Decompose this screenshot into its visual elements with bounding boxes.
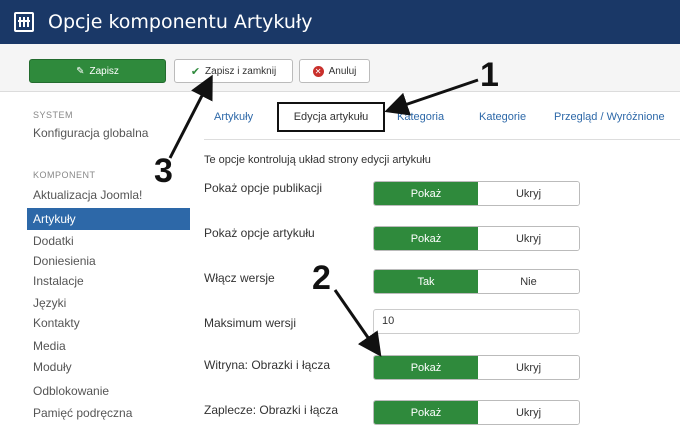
option-label-versions: Włącz wersje xyxy=(204,271,275,285)
toggle-on[interactable]: Pokaż xyxy=(374,182,478,205)
annotation-3: 3 xyxy=(154,152,173,190)
toggle-backend-images[interactable]: Pokaż Ukryj xyxy=(373,400,580,425)
save-close-label: Zapisz i zamknij xyxy=(205,65,277,77)
option-label-publishing: Pokaż opcje publikacji xyxy=(204,181,323,195)
toggle-publishing[interactable]: Pokaż Ukryj xyxy=(373,181,580,206)
cancel-button[interactable]: ✕ Anuluj xyxy=(299,59,370,83)
tab-editing-layout[interactable]: Edycja artykułu xyxy=(277,102,385,132)
toggle-frontend-images[interactable]: Pokaż Ukryj xyxy=(373,355,580,380)
annotation-2: 2 xyxy=(312,259,331,297)
tab-category[interactable]: Kategoria xyxy=(397,111,444,123)
tab-description: Te opcje kontrolują układ strony edycji … xyxy=(204,154,431,166)
sidebar-item-media[interactable]: Media xyxy=(33,339,66,353)
toggle-on[interactable]: Pokaż xyxy=(374,401,478,424)
tab-articles[interactable]: Artykuły xyxy=(214,111,253,123)
sidebar-item-extras[interactable]: Dodatki xyxy=(33,234,74,248)
option-label-backend-images: Zaplecze: Obrazki i łącza xyxy=(204,403,339,417)
annotation-1: 1 xyxy=(480,56,499,94)
save-label: Zapisz xyxy=(89,65,119,77)
option-label-max-versions: Maksimum wersji xyxy=(204,316,297,330)
tab-bar: Artykuły Edycja artykułu Kategoria Kateg… xyxy=(204,92,680,140)
tab-categories[interactable]: Kategorie xyxy=(479,111,526,123)
page-title: Opcje komponentu Artykuły xyxy=(48,11,313,33)
save-icon: ✎ xyxy=(76,65,85,77)
toolbar: ✎ Zapisz ✔ Zapisz i zamknij ✕ Anuluj xyxy=(0,44,680,92)
toggle-on[interactable]: Pokaż xyxy=(374,356,478,379)
check-icon: ✔ xyxy=(190,65,201,78)
cancel-label: Anuluj xyxy=(328,65,357,77)
sidebar-item-modules[interactable]: Moduły xyxy=(33,360,72,374)
sidebar-item-cache[interactable]: Pamięć podręczna xyxy=(33,406,132,420)
tab-blog-featured[interactable]: Przegląd / Wyróżnione xyxy=(554,111,665,123)
option-label-article-options: Pokaż opcje artykułu xyxy=(204,226,315,240)
sidebar-item-feeds[interactable]: Doniesienia xyxy=(33,254,96,268)
sidebar-item-update[interactable]: Aktualizacja Joomla! xyxy=(33,188,142,202)
toggle-off[interactable]: Ukryj xyxy=(478,401,579,424)
cancel-icon: ✕ xyxy=(312,65,324,77)
toggle-off[interactable]: Ukryj xyxy=(478,356,579,379)
toggle-off[interactable]: Ukryj xyxy=(478,182,579,205)
sidebar-item-articles[interactable]: Artykuły xyxy=(27,208,190,230)
save-close-button[interactable]: ✔ Zapisz i zamknij xyxy=(174,59,293,83)
max-versions-input[interactable]: 10 xyxy=(373,309,580,334)
sidebar-item-checkin[interactable]: Odblokowanie xyxy=(33,384,109,398)
toggle-off[interactable]: Nie xyxy=(478,270,579,293)
sidebar-heading-component: KOMPONENT xyxy=(33,170,96,180)
save-button[interactable]: ✎ Zapisz xyxy=(29,59,166,83)
sidebar: SYSTEM Konfiguracja globalna KOMPONENT A… xyxy=(0,92,190,434)
option-label-frontend-images: Witryna: Obrazki i łącza xyxy=(204,358,331,372)
toggle-article-options[interactable]: Pokaż Ukryj xyxy=(373,226,580,251)
joomla-logo-icon xyxy=(14,12,34,32)
sidebar-item-contacts[interactable]: Kontakty xyxy=(33,316,80,330)
toggle-on[interactable]: Tak xyxy=(374,270,478,293)
sidebar-item-global-config[interactable]: Konfiguracja globalna xyxy=(33,126,148,140)
arrow-2 xyxy=(333,289,382,357)
toggle-on[interactable]: Pokaż xyxy=(374,227,478,250)
toggle-versions[interactable]: Tak Nie xyxy=(373,269,580,294)
sidebar-item-languages[interactable]: Języki xyxy=(33,296,66,310)
app-header: Opcje komponentu Artykuły xyxy=(0,0,680,44)
toggle-off[interactable]: Ukryj xyxy=(478,227,579,250)
sidebar-heading-system: SYSTEM xyxy=(33,110,74,120)
sidebar-item-install[interactable]: Instalacje xyxy=(33,274,84,288)
